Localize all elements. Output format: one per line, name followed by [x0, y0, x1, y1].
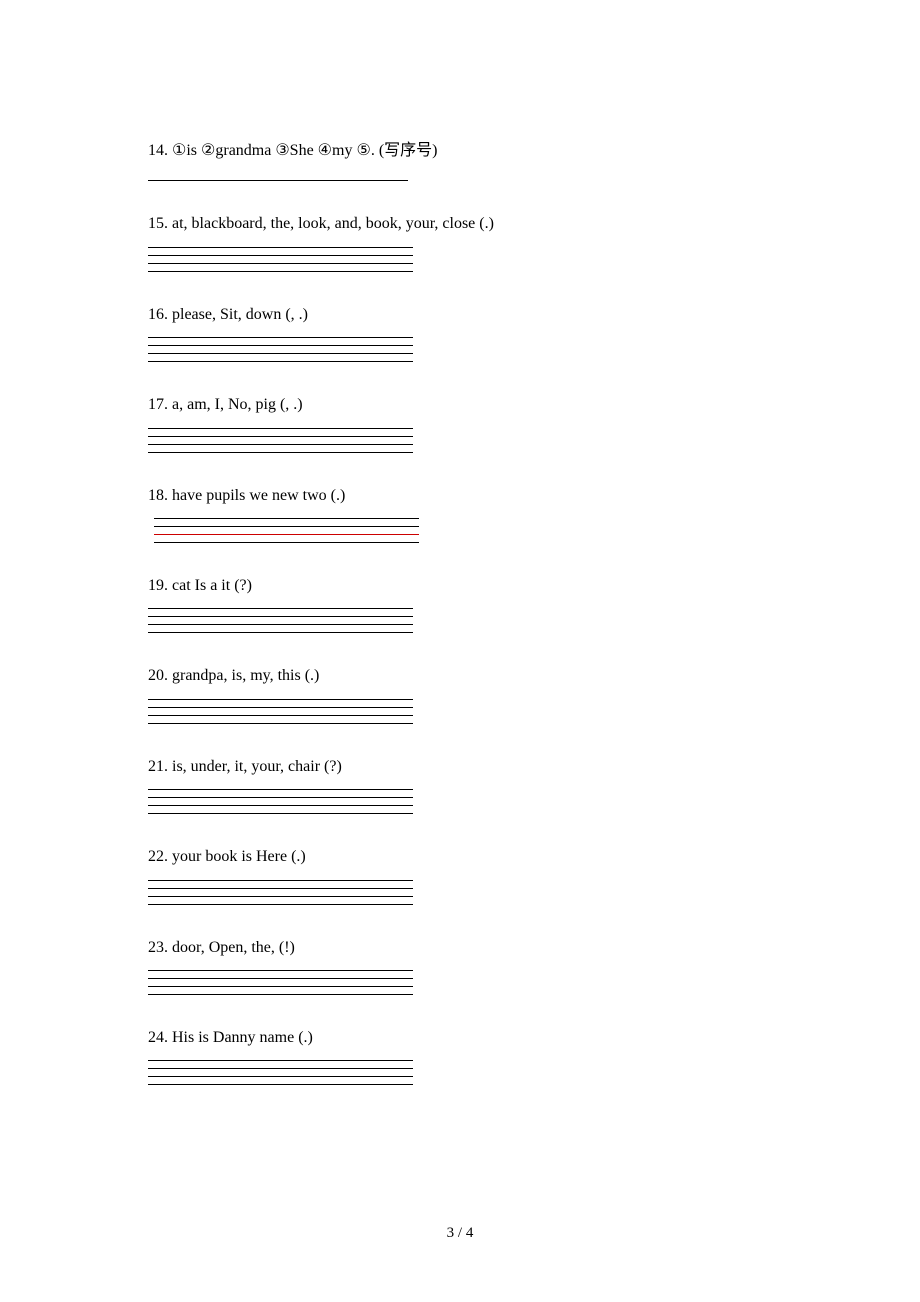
question-body: His is Danny name (.)	[172, 1029, 313, 1046]
question-number: 21.	[148, 758, 168, 775]
answer-lines[interactable]	[148, 601, 413, 633]
question-18: 18. have pupils we new two (.)	[148, 485, 772, 543]
answer-blank[interactable]	[148, 180, 408, 181]
answer-lines[interactable]	[148, 963, 413, 995]
question-21: 21. is, under, it, your, chair (?)	[148, 756, 772, 814]
question-body: door, Open, the, (!)	[172, 939, 295, 956]
question-text: 22. your book is Here (.)	[148, 846, 772, 868]
question-23: 23. door, Open, the, (!)	[148, 937, 772, 995]
question-body: please, Sit, down (, .)	[172, 306, 308, 323]
question-14: 14. ①is ②grandma ③She ④my ⑤. (写序号)	[148, 140, 772, 181]
question-body: have pupils we new two (.)	[172, 487, 345, 504]
question-number: 23.	[148, 939, 168, 956]
answer-lines[interactable]	[148, 692, 413, 724]
question-body: is, under, it, your, chair (?)	[172, 758, 342, 775]
question-number: 24.	[148, 1029, 168, 1046]
question-body: grandpa, is, my, this (.)	[172, 667, 319, 684]
question-text: 16. please, Sit, down (, .)	[148, 304, 772, 326]
question-body: ①is ②grandma ③She ④my ⑤. (写序号)	[172, 142, 437, 159]
question-20: 20. grandpa, is, my, this (.)	[148, 665, 772, 723]
question-number: 17.	[148, 396, 168, 413]
question-24: 24. His is Danny name (.)	[148, 1027, 772, 1085]
question-number: 16.	[148, 306, 168, 323]
question-number: 14.	[148, 142, 168, 159]
question-text: 20. grandpa, is, my, this (.)	[148, 665, 772, 687]
question-17: 17. a, am, I, No, pig (, .)	[148, 394, 772, 452]
question-text: 15. at, blackboard, the, look, and, book…	[148, 213, 772, 235]
question-number: 19.	[148, 577, 168, 594]
question-text: 21. is, under, it, your, chair (?)	[148, 756, 772, 778]
question-text: 14. ①is ②grandma ③She ④my ⑤. (写序号)	[148, 140, 772, 162]
question-body: at, blackboard, the, look, and, book, yo…	[172, 215, 494, 232]
answer-lines[interactable]	[148, 873, 413, 905]
question-body: a, am, I, No, pig (, .)	[172, 396, 303, 413]
answer-lines[interactable]	[148, 330, 413, 362]
question-text: 17. a, am, I, No, pig (, .)	[148, 394, 772, 416]
question-number: 22.	[148, 848, 168, 865]
question-15: 15. at, blackboard, the, look, and, book…	[148, 213, 772, 271]
answer-lines[interactable]	[148, 782, 413, 814]
question-number: 18.	[148, 487, 168, 504]
question-19: 19. cat Is a it (?)	[148, 575, 772, 633]
answer-lines[interactable]	[154, 511, 419, 543]
question-text: 18. have pupils we new two (.)	[148, 485, 772, 507]
question-number: 15.	[148, 215, 168, 232]
page-number: 3 / 4	[0, 1225, 920, 1242]
question-body: cat Is a it (?)	[172, 577, 252, 594]
question-text: 24. His is Danny name (.)	[148, 1027, 772, 1049]
answer-lines[interactable]	[148, 421, 413, 453]
question-22: 22. your book is Here (.)	[148, 846, 772, 904]
question-number: 20.	[148, 667, 168, 684]
question-16: 16. please, Sit, down (, .)	[148, 304, 772, 362]
answer-lines[interactable]	[148, 240, 413, 272]
question-text: 23. door, Open, the, (!)	[148, 937, 772, 959]
answer-lines[interactable]	[148, 1053, 413, 1085]
question-text: 19. cat Is a it (?)	[148, 575, 772, 597]
question-body: your book is Here (.)	[172, 848, 306, 865]
